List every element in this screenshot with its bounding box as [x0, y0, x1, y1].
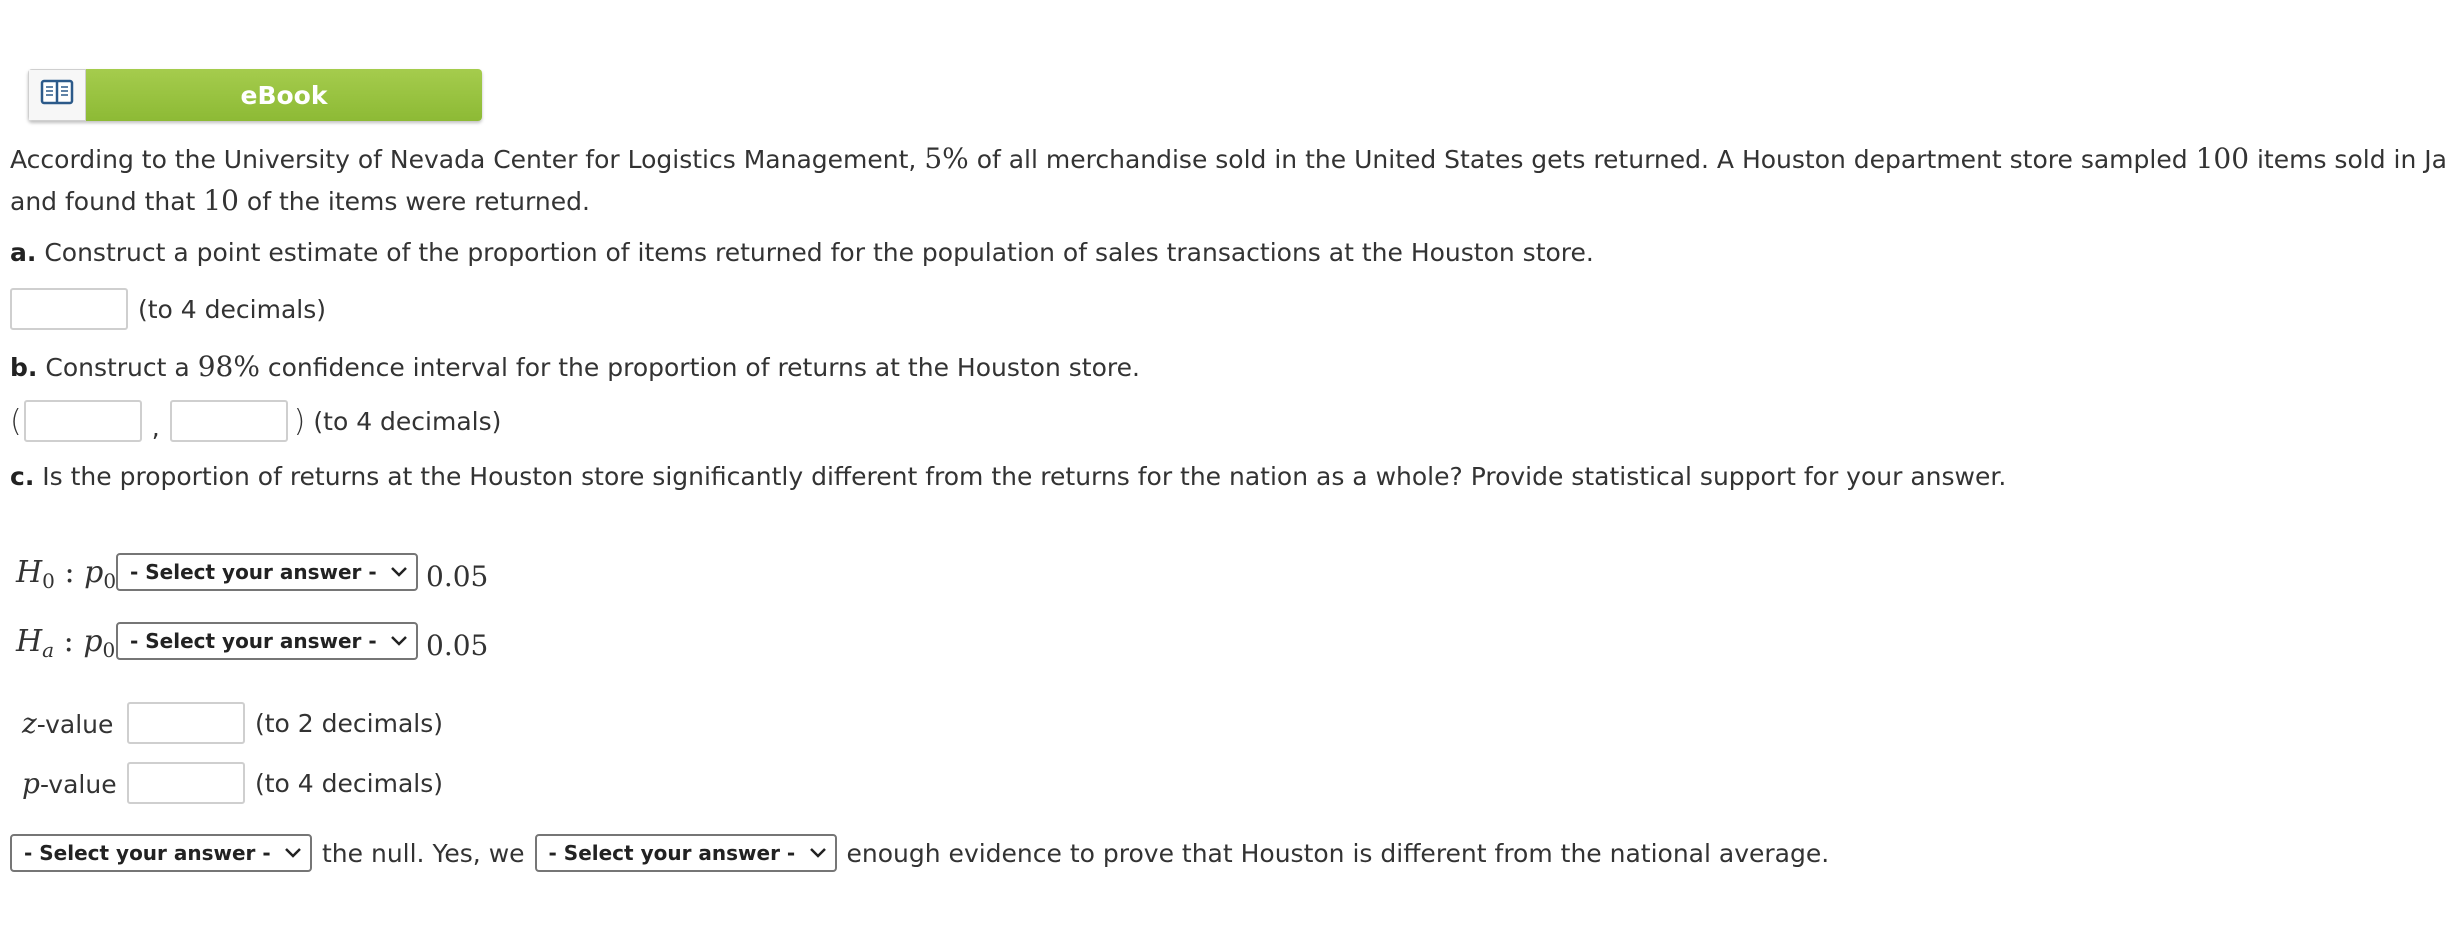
reject-decision-select[interactable]: - Select your answer - — [10, 834, 312, 872]
z-value-label: z-value — [22, 707, 127, 740]
z-value-label-text: -value — [36, 709, 114, 739]
ha-subscript: a — [42, 637, 55, 662]
chevron-down-icon — [809, 848, 826, 858]
ebook-button[interactable]: eBook — [28, 69, 482, 121]
alt-hypothesis-select[interactable]: - Select your answer - — [116, 622, 418, 660]
chevron-down-icon — [285, 848, 301, 858]
h0-p-symbol: p — [84, 554, 104, 590]
null-hypothesis-row: H0 : p0 - Select your answer - 0.05 — [16, 553, 489, 593]
problem-intro-1: According to the University of Nevada Ce… — [10, 145, 917, 174]
interval-comma: , — [151, 412, 160, 442]
ebook-label[interactable]: eBook — [86, 69, 482, 121]
conclusion-end-text: enough evidence to prove that Houston is… — [846, 838, 1830, 868]
part-b-letter: b. — [10, 353, 38, 382]
problem-line-1: According to the University of Nevada Ce… — [10, 142, 2446, 175]
h0-symbol: H — [16, 554, 43, 590]
point-estimate-input[interactable] — [10, 288, 128, 330]
z-value-row: z-value (to 2 decimals) — [22, 702, 443, 744]
null-hypothesis-label: H0 : p0 — [16, 554, 117, 593]
interval-close-paren: ) — [293, 403, 306, 439]
problem-intro-3: items sold in January — [2256, 145, 2446, 174]
problem-percent: 5% — [924, 142, 969, 175]
h0-subscript: 0 — [42, 568, 55, 593]
evidence-select[interactable]: - Select your answer - — [534, 834, 837, 872]
ebook-icon-box — [28, 69, 86, 121]
chevron-down-icon — [391, 567, 407, 577]
part-a-letter: a. — [10, 238, 37, 267]
problem-line-2: and found that 10 of the items were retu… — [10, 184, 590, 217]
null-hypothesis-select[interactable]: - Select your answer - — [116, 553, 418, 591]
null-hypothesis-value: 0.05 — [426, 559, 489, 593]
problem-intro-4: and found that — [10, 187, 196, 216]
part-b-text-post: confidence interval for the proportion o… — [267, 353, 1140, 382]
alt-hypothesis-row: Ha : p0 - Select your answer - 0.05 — [16, 622, 489, 662]
part-a-question: a. Construct a point estimate of the pro… — [10, 238, 1594, 267]
null-hypothesis-select-value: - Select your answer - — [130, 560, 377, 584]
z-value-hint: (to 2 decimals) — [255, 708, 443, 738]
part-a-text: Construct a point estimate of the propor… — [44, 238, 1594, 267]
part-c-text: Is the proportion of returns at the Hous… — [42, 462, 2007, 491]
p-value-hint: (to 4 decimals) — [255, 768, 443, 798]
conclusion-mid-text: the null. Yes, we — [322, 838, 525, 868]
part-b-text-pre: Construct a — [45, 353, 190, 382]
part-c-question: c. Is the proportion of returns at the H… — [10, 462, 2006, 491]
interval-open-paren: ( — [10, 403, 22, 439]
confidence-level: 98% — [197, 350, 260, 383]
p-value-label: p-value — [22, 767, 127, 800]
p-symbol: p — [22, 766, 40, 800]
z-value-input[interactable] — [127, 702, 245, 744]
p-value-row: p-value (to 4 decimals) — [22, 762, 443, 804]
part-b-hint: (to 4 decimals) — [313, 406, 502, 436]
p-value-input[interactable] — [127, 762, 245, 804]
alt-hypothesis-value: 0.05 — [426, 628, 489, 662]
problem-intro-5: of the items were returned. — [246, 187, 590, 216]
part-b-question: b. Construct a 98% confidence interval f… — [10, 350, 1140, 383]
h0-colon: : — [64, 554, 75, 590]
part-a-answer-row: (to 4 decimals) — [10, 288, 326, 330]
z-symbol: z — [22, 706, 37, 740]
ha-p-subscript: 0 — [102, 637, 116, 662]
part-a-hint: (to 4 decimals) — [138, 294, 326, 324]
problem-intro-2: of all merchandise sold in the United St… — [976, 145, 2188, 174]
question-page: eBook According to the University of Nev… — [0, 0, 2446, 942]
alt-hypothesis-select-value: - Select your answer - — [130, 629, 377, 653]
ha-symbol: H — [16, 623, 43, 659]
alt-hypothesis-label: Ha : p0 — [16, 623, 116, 662]
ha-colon: : — [63, 623, 74, 659]
part-b-answer-row: ( , ) (to 4 decimals) — [10, 400, 501, 442]
problem-returned-count: 10 — [203, 184, 239, 217]
p-value-label-text: -value — [39, 769, 117, 799]
reject-decision-select-value: - Select your answer - — [24, 841, 271, 865]
book-icon — [40, 78, 74, 112]
ci-lower-input[interactable] — [23, 400, 142, 442]
h0-p-subscript: 0 — [103, 568, 117, 593]
part-c-letter: c. — [10, 462, 35, 491]
ci-upper-input[interactable] — [169, 400, 288, 442]
chevron-down-icon — [391, 636, 407, 646]
problem-sample-size: 100 — [2195, 142, 2250, 175]
evidence-select-value: - Select your answer - — [548, 841, 796, 865]
ha-p-symbol: p — [83, 623, 103, 659]
conclusion-row: - Select your answer - the null. Yes, we… — [10, 834, 1829, 872]
